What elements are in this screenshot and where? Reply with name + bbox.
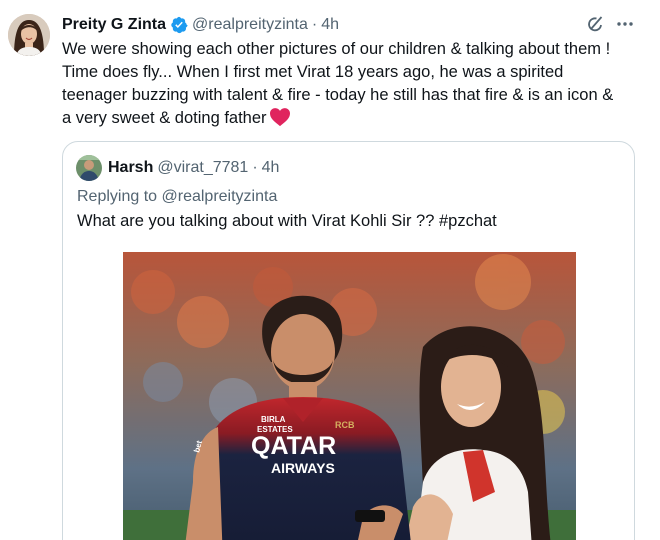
author-handle[interactable]: @realpreityzinta [192,16,308,34]
tweet-text: We were showing each other pictures of o… [62,38,644,130]
tweet-text-line: We were showing each other pictures of o… [62,40,611,58]
quoted-author-handle[interactable]: @virat_7781 [157,159,248,177]
red-heart-icon [269,108,290,127]
separator-dot: · [311,16,318,33]
quoted-author-name[interactable]: Harsh [108,159,153,177]
tweet-header: Preity G Zinta @realpreityzinta · 4h [62,14,339,36]
tweet-text-line: teenager buzzing with talent & fire - to… [62,86,614,104]
quoted-tweet-text: What are you talking about with Virat Ko… [77,212,497,230]
quoted-author-avatar[interactable] [76,155,102,181]
author-avatar[interactable] [8,14,50,56]
jersey-main-top: QATAR [251,432,336,460]
timestamp[interactable]: 4h [321,16,339,34]
tweet-text-line: Time does fly... When I first met Virat … [62,63,564,81]
replying-to-label: Replying to [77,188,158,205]
quoted-tweet-photo[interactable]: BIRLA ESTATES RCB QATAR AIRWAYS bet [123,252,576,540]
grok-icon[interactable] [584,13,606,35]
quoted-timestamp[interactable]: 4h [262,159,280,177]
previous-post-edge [0,0,660,8]
replying-to-line: Replying to @realpreityzinta [77,188,277,206]
jersey-main-bottom: AIRWAYS [271,460,335,476]
more-options-icon[interactable] [614,13,636,35]
replying-to-handle-link[interactable]: @realpreityzinta [162,188,278,205]
author-name[interactable]: Preity G Zinta [62,16,166,34]
jersey-crest: RCB [335,420,355,430]
verified-badge-icon [171,16,188,34]
tweet-text-line: a very sweet & doting father [62,107,644,130]
quoted-tweet-header: Harsh @virat_7781 · 4h [108,157,279,179]
quoted-tweet-card[interactable]: Harsh @virat_7781 · 4h Replying to @real… [62,141,635,540]
separator-dot: · [252,159,258,176]
tweet-text-line-content: a very sweet & doting father [62,109,267,127]
jersey-sponsor-top: BIRLA [261,415,286,424]
